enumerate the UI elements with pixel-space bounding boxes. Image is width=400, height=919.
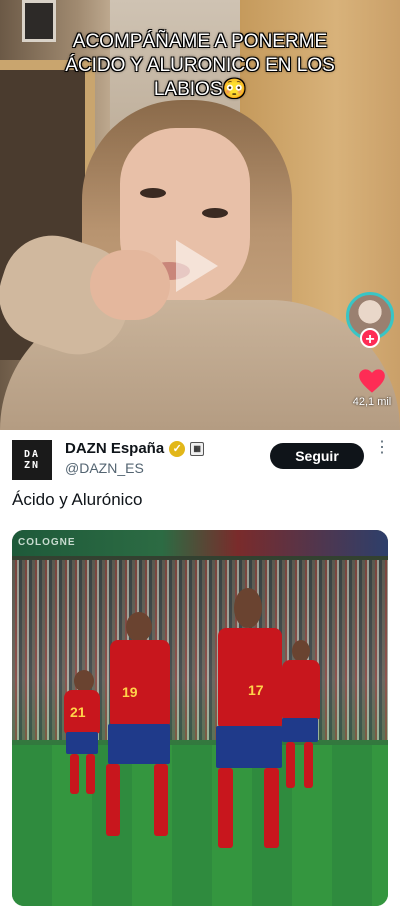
player-leg (106, 764, 120, 836)
person-eye-right (202, 208, 228, 218)
player-shorts (66, 732, 98, 754)
player-head (126, 612, 152, 642)
player-leg (70, 754, 79, 794)
player-jersey (110, 640, 170, 726)
follow-button[interactable]: Seguir (270, 443, 364, 469)
account-handle[interactable]: @DAZN_ES (65, 460, 144, 476)
account-name[interactable]: DAZN España (65, 440, 164, 457)
banner-text: COLOGNE (18, 537, 76, 548)
person-hand (90, 250, 170, 320)
play-icon[interactable] (176, 240, 218, 292)
player-head (234, 588, 262, 628)
account-name-row[interactable]: DAZN España ✓ ▦ (65, 440, 205, 457)
jersey-number: 21 (70, 704, 86, 720)
player-shorts (108, 724, 170, 764)
affiliate-badge-icon: ▦ (190, 441, 205, 456)
creator-avatar[interactable]: + (346, 292, 394, 348)
jersey-number: 19 (122, 684, 138, 700)
tweet-text: Ácido y Alurónico (12, 490, 143, 509)
player-leg (86, 754, 95, 794)
football-pitch (12, 745, 388, 906)
player-jersey (218, 628, 282, 728)
player-head (292, 640, 310, 662)
person-eye-left (140, 188, 166, 198)
like-count: 42,1 mil (352, 396, 392, 408)
follow-plus-icon[interactable]: + (360, 328, 380, 348)
player-jersey (282, 660, 320, 720)
heart-icon[interactable] (358, 368, 386, 394)
player-leg (264, 768, 279, 848)
player-shorts (216, 726, 282, 768)
verified-badge-icon: ✓ (169, 440, 186, 457)
player-leg (286, 742, 295, 788)
stadium-banner: COLOGNE (12, 530, 388, 556)
player-leg (304, 742, 313, 788)
player-shorts (282, 718, 318, 742)
tweet-card: DA ZN DAZN España ✓ ▦ @DAZN_ES Seguir ⋮ … (0, 430, 400, 919)
player-head (74, 670, 94, 692)
tiktok-video[interactable]: ACOMPÁÑAME A PONERME ÁCIDO Y ALURONICO E… (0, 0, 400, 430)
player-leg (154, 764, 168, 836)
more-options-icon[interactable]: ⋮ (374, 440, 390, 456)
avatar-logo-top: DA (23, 449, 41, 460)
jersey-number: 17 (248, 682, 264, 698)
avatar-logo-bottom: ZN (23, 460, 41, 471)
account-avatar[interactable]: DA ZN (12, 440, 52, 480)
player-leg (218, 768, 233, 848)
video-caption: ACOMPÁÑAME A PONERME ÁCIDO Y ALURONICO E… (65, 31, 335, 100)
tweet-photo[interactable]: COLOGNE 21 19 17 (12, 530, 388, 906)
